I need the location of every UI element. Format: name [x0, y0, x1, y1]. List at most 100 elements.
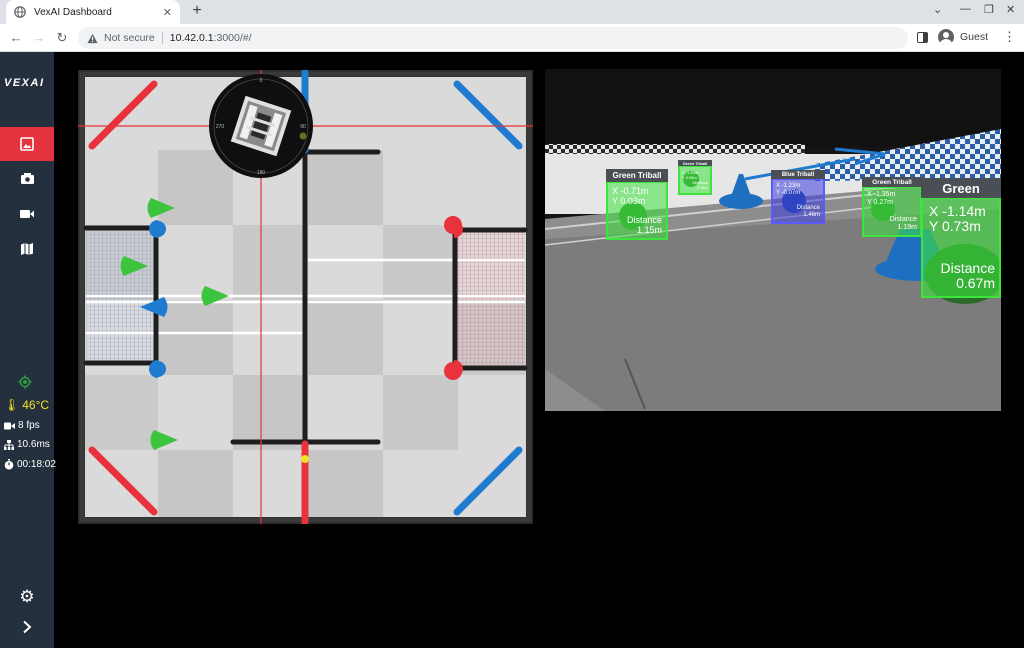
- distance-value: 2.46m: [696, 185, 708, 190]
- forward-icon[interactable]: →: [31, 30, 47, 45]
- browser-tabbar: VexAI Dashboard ✕ + ⌄ — ❐ ✕: [0, 0, 1024, 24]
- distance-label: Distance: [626, 215, 662, 225]
- field-map[interactable]: 0 90 180 270: [78, 70, 533, 524]
- uptime-value: 00:18:02: [17, 459, 56, 470]
- robot-compass: 0 90 180 270: [209, 74, 313, 178]
- camera-feed[interactable]: Green Triball X -0.71m Y 0.03m Distance 1.…: [545, 69, 1001, 411]
- nav-camera[interactable]: [0, 162, 54, 196]
- uptime-stat: 00:18:02: [4, 459, 56, 470]
- red-goal-post: [444, 362, 462, 380]
- side-panel-icon[interactable]: [917, 32, 928, 43]
- video-icon: [20, 210, 34, 218]
- red-goal-net: [455, 230, 525, 365]
- video-icon: [4, 422, 15, 429]
- detection-y: Y 0.73m: [929, 218, 981, 234]
- compass-east: 90: [300, 124, 306, 130]
- fps-stat: 8 fps: [4, 420, 40, 431]
- warning-icon: [87, 33, 98, 43]
- tab-search-icon[interactable]: ⌄: [933, 3, 942, 16]
- new-tab-button[interactable]: +: [188, 2, 206, 20]
- back-icon[interactable]: ←: [8, 30, 24, 45]
- compass-north: 0: [260, 78, 263, 84]
- distance-value: 1.46m: [803, 212, 820, 218]
- restore-icon[interactable]: ❐: [984, 3, 994, 16]
- vexai-logo: VEXAI: [4, 77, 45, 89]
- detection-coords: X -1.64m Y 0.08m: [682, 170, 698, 180]
- menu-kebab-icon[interactable]: ⋮: [1003, 29, 1016, 45]
- detection-distance: Distance 1.19m: [890, 216, 917, 232]
- profile-button[interactable]: Guest: [938, 29, 988, 45]
- nav-map[interactable]: [0, 232, 54, 266]
- detection-coords: X -0.71m Y 0.03m: [612, 186, 649, 206]
- gear-icon: ⚙: [19, 586, 35, 606]
- gps-status: [18, 375, 32, 389]
- distance-value: 1.15m: [636, 225, 662, 235]
- blue-goal-post: [150, 361, 166, 377]
- nav-video[interactable]: [0, 197, 54, 231]
- map-icon: [21, 243, 33, 255]
- detection-coords: X -1.14m Y 0.73m: [929, 204, 986, 234]
- app-sidebar: VEXAI 🌡 46°C 8 fps 10.6ms 00:18:02 ⚙: [0, 52, 56, 648]
- omnibox-divider: [161, 32, 163, 44]
- nav-field-view[interactable]: [0, 127, 54, 161]
- settings-button[interactable]: ⚙: [0, 579, 54, 613]
- network-icon: [4, 439, 14, 450]
- detection-label: Green Triball: [862, 177, 922, 187]
- tab-title: VexAI Dashboard: [34, 6, 112, 18]
- detection-x: X -1.14m: [929, 203, 986, 219]
- target-marker: [301, 455, 309, 463]
- profile-label: Guest: [960, 31, 989, 43]
- red-goal-post: [444, 216, 462, 234]
- compass-west: 270: [216, 124, 225, 130]
- camera-icon: [20, 173, 34, 184]
- detection-box[interactable]: Green X -1.14m Y 0.73m Distance 0.67m: [921, 178, 1001, 298]
- blue-goal-post: [150, 221, 166, 237]
- distance-value: 0.67m: [956, 275, 995, 291]
- detection-box[interactable]: Green Triball X -1.35m Y 0.27m Distance 1.…: [862, 177, 922, 237]
- chevron-right-icon: [23, 620, 32, 634]
- latency-value: 10.6ms: [17, 439, 50, 450]
- detection-distance: Distance 0.67m: [941, 261, 995, 291]
- detection-coords: X -1.35m Y 0.27m: [867, 191, 895, 207]
- browser-tab[interactable]: VexAI Dashboard ✕: [6, 0, 180, 24]
- expand-sidebar-button[interactable]: [0, 610, 54, 644]
- temperature-value: 46°C: [22, 398, 50, 412]
- detection-label: Blue Triball: [771, 170, 825, 179]
- detection-distance: Distance 1.46m: [797, 205, 820, 219]
- compass-south: 180: [257, 170, 266, 176]
- detection-y: Y -0.07m: [776, 190, 801, 196]
- detection-distance: Distance 1.15m: [627, 215, 662, 235]
- detection-x: X -1.23m: [776, 183, 801, 189]
- detection-label: Green: [921, 178, 1001, 198]
- image-icon: [20, 137, 34, 151]
- fps-value: 8 fps: [18, 420, 40, 431]
- detection-distance: Distance 2.46m: [692, 180, 708, 190]
- stopwatch-icon: [4, 459, 14, 470]
- url-host: 10.42.0.1: [169, 32, 214, 44]
- minimize-icon[interactable]: —: [960, 3, 971, 15]
- detection-x: X -0.71m: [612, 186, 649, 196]
- address-bar[interactable]: Not secure 10.42.0.1 :3000/#/: [78, 27, 908, 49]
- thermometer-icon: 🌡: [4, 398, 20, 412]
- detection-box[interactable]: Blue Triball X -1.23m Y -0.07m Distance 1.…: [771, 170, 825, 224]
- target-icon: [18, 375, 32, 389]
- detection-box[interactable]: Green Triball X -1.64m Y 0.08m Distance 2.…: [678, 160, 712, 195]
- window-close-icon[interactable]: ✕: [1006, 3, 1015, 16]
- detection-label: Green Triball: [606, 169, 668, 182]
- browser-toolbar: ← → ↻ Not secure 10.42.0.1 :3000/#/ Gues…: [0, 24, 1024, 52]
- globe-icon: [14, 6, 26, 18]
- temperature-stat: 🌡 46°C: [4, 398, 49, 412]
- latency-stat: 10.6ms: [4, 439, 50, 450]
- distance-label: Distance: [796, 205, 820, 211]
- detection-x: X -1.35m: [867, 191, 896, 198]
- reload-icon[interactable]: ↻: [54, 30, 70, 46]
- url-path: :3000/#/: [213, 32, 252, 44]
- not-secure-label[interactable]: Not secure: [104, 32, 155, 44]
- detection-coords: X -1.23m Y -0.07m: [776, 183, 800, 197]
- distance-value: 1.19m: [897, 224, 917, 231]
- detection-box[interactable]: Green Triball X -0.71m Y 0.03m Distance 1.…: [606, 169, 668, 240]
- detection-y: Y 0.03m: [612, 196, 646, 206]
- detection-y: Y 0.27m: [867, 199, 893, 206]
- detection-label: Green Triball: [678, 160, 712, 166]
- tab-close-icon[interactable]: ✕: [163, 6, 172, 19]
